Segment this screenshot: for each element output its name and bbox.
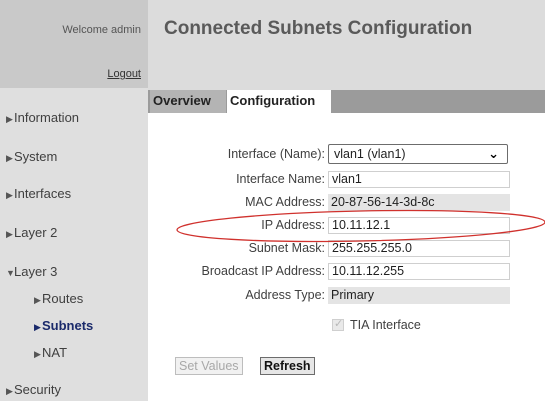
- sidebar-item-label: Routes: [42, 291, 84, 306]
- sidebar-item-label: NAT: [42, 345, 68, 360]
- interface-name-label: Interface Name:: [236, 172, 325, 186]
- interface-select-value: vlan1 (vlan1): [334, 147, 406, 161]
- welcome-panel: Welcome admin Logout: [0, 0, 148, 88]
- caret-right-icon: ▶: [34, 322, 41, 332]
- set-values-button[interactable]: Set Values: [175, 357, 243, 375]
- sidebar-item-label: Layer 3: [14, 264, 58, 279]
- sidebar-item-label: Security: [14, 382, 61, 397]
- caret-right-icon: ▶: [6, 229, 13, 239]
- sidebar-item-label: Information: [14, 110, 80, 125]
- tab-configuration[interactable]: Configuration: [227, 90, 331, 113]
- ip-address-row: IP Address: 10.11.12.1: [148, 217, 545, 235]
- caret-right-icon: ▶: [6, 114, 13, 124]
- logout-link[interactable]: Logout: [107, 68, 141, 80]
- address-type-label: Address Type:: [245, 288, 325, 302]
- mac-address-row: MAC Address: 20-87-56-14-3d-8c: [148, 194, 545, 212]
- sidebar-item-label: System: [14, 149, 58, 164]
- interface-select[interactable]: vlan1 (vlan1) ⌄: [328, 144, 508, 164]
- broadcast-ip-label: Broadcast IP Address:: [201, 264, 325, 278]
- address-type-row: Address Type: Primary: [148, 287, 545, 305]
- interface-name-row: Interface Name: vlan1: [148, 171, 545, 189]
- caret-right-icon: ▶: [6, 190, 13, 200]
- sidebar-item-routes[interactable]: ▶Routes: [34, 291, 83, 306]
- page-title: Connected Subnets Configuration: [164, 18, 473, 39]
- tab-overview[interactable]: Overview: [150, 90, 226, 113]
- refresh-button[interactable]: Refresh: [260, 357, 315, 375]
- caret-right-icon: ▶: [6, 153, 13, 163]
- ip-address-field[interactable]: 10.11.12.1: [328, 217, 510, 234]
- sidebar-item-security[interactable]: ▶Security: [6, 382, 61, 397]
- interface-select-row: Interface (Name): vlan1 (vlan1) ⌄: [148, 144, 545, 164]
- sidebar-item-label: Layer 2: [14, 225, 58, 240]
- interface-select-label: Interface (Name):: [227, 147, 325, 161]
- sidebar-item-nat[interactable]: ▶NAT: [34, 345, 67, 360]
- sidebar-item-system[interactable]: ▶System: [6, 149, 57, 164]
- sidebar-item-subnets[interactable]: ▶Subnets: [34, 318, 93, 333]
- caret-right-icon: ▶: [34, 349, 41, 359]
- interface-name-field[interactable]: vlan1: [328, 171, 510, 188]
- subnet-mask-label: Subnet Mask:: [248, 241, 325, 255]
- mac-address-label: MAC Address:: [245, 195, 325, 209]
- subnet-mask-row: Subnet Mask: 255.255.255.0: [148, 240, 545, 258]
- chevron-down-icon: ⌄: [488, 146, 499, 161]
- broadcast-ip-field[interactable]: 10.11.12.255: [328, 263, 510, 280]
- caret-right-icon: ▶: [6, 386, 13, 396]
- caret-right-icon: ▶: [34, 295, 41, 305]
- sidebar-item-label: Subnets: [42, 318, 94, 333]
- broadcast-ip-row: Broadcast IP Address: 10.11.12.255: [148, 263, 545, 281]
- tia-interface-checkbox[interactable]: ✓: [332, 318, 344, 331]
- ip-address-label: IP Address:: [261, 218, 325, 232]
- welcome-text: Welcome admin: [62, 24, 141, 36]
- checkmark-icon: ✓: [334, 318, 344, 330]
- sidebar: Welcome admin Logout ▶Information ▶Syste…: [0, 0, 148, 401]
- caret-down-icon: ▼: [6, 268, 15, 278]
- sidebar-item-information[interactable]: ▶Information: [6, 110, 79, 125]
- sidebar-item-layer-2[interactable]: ▶Layer 2: [6, 225, 57, 240]
- page-header: Connected Subnets Configuration: [148, 0, 545, 90]
- sidebar-item-label: Interfaces: [14, 186, 72, 201]
- tia-interface-label: TIA Interface: [350, 318, 421, 332]
- sidebar-item-interfaces[interactable]: ▶Interfaces: [6, 186, 71, 201]
- configuration-form: Interface (Name): vlan1 (vlan1) ⌄ Interf…: [148, 113, 545, 401]
- sidebar-item-layer-3[interactable]: ▼Layer 3: [6, 264, 57, 279]
- mac-address-value: 20-87-56-14-3d-8c: [328, 194, 510, 211]
- tab-bar: Overview Configuration: [148, 90, 545, 113]
- subnet-mask-field[interactable]: 255.255.255.0: [328, 240, 510, 257]
- address-type-value: Primary: [328, 287, 510, 304]
